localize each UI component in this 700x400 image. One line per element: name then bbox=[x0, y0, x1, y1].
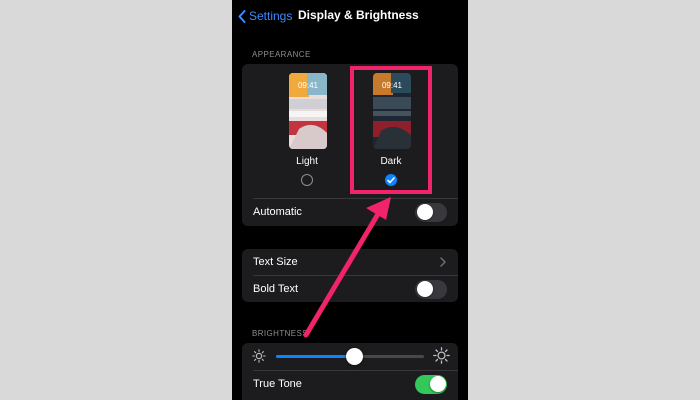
bold-text-toggle[interactable] bbox=[415, 279, 447, 299]
back-button[interactable]: Settings bbox=[238, 6, 292, 26]
text-size-label: Text Size bbox=[253, 256, 298, 268]
brightness-slider-fill bbox=[276, 355, 355, 358]
bold-text-row: Bold Text bbox=[242, 276, 458, 302]
true-tone-row: True Tone bbox=[242, 371, 458, 397]
brightness-section-header: BRIGHTNESS bbox=[252, 329, 309, 338]
light-preview-time: 09:41 bbox=[297, 81, 319, 90]
brightness-slider-row bbox=[242, 343, 458, 370]
chevron-left-icon bbox=[238, 9, 246, 23]
appearance-group: 09:41 Light 09:41 Dark Automatic bbox=[242, 64, 458, 226]
brightness-slider-thumb[interactable] bbox=[346, 348, 364, 365]
toggle-knob bbox=[429, 376, 446, 392]
toggle-knob bbox=[416, 204, 433, 220]
light-mode-label: Light bbox=[296, 156, 318, 167]
dark-mode-radio[interactable] bbox=[385, 174, 397, 186]
light-mode-preview: 09:41 bbox=[289, 73, 327, 149]
true-tone-label: True Tone bbox=[253, 378, 302, 390]
true-tone-toggle[interactable] bbox=[415, 374, 447, 394]
dark-mode-label: Dark bbox=[380, 156, 402, 167]
sun-small-icon bbox=[252, 349, 266, 363]
brightness-group: True Tone bbox=[242, 343, 458, 400]
settings-screen: Settings Display & Brightness APPEARANCE… bbox=[232, 0, 468, 400]
automatic-toggle[interactable] bbox=[415, 202, 447, 222]
chevron-right-icon bbox=[440, 257, 446, 267]
dark-mode-option[interactable]: 09:41 Dark bbox=[356, 64, 426, 194]
dark-mode-preview: 09:41 bbox=[373, 73, 411, 149]
light-mode-radio[interactable] bbox=[301, 174, 313, 186]
text-group: Text Size Bold Text bbox=[242, 249, 458, 302]
sun-large-icon bbox=[433, 347, 450, 364]
appearance-section-header: APPEARANCE bbox=[252, 50, 311, 59]
light-mode-option[interactable]: 09:41 Light bbox=[272, 64, 342, 194]
back-button-label: Settings bbox=[249, 9, 293, 23]
automatic-label: Automatic bbox=[253, 206, 302, 218]
dark-preview-time: 09:41 bbox=[381, 81, 403, 90]
toggle-knob bbox=[416, 281, 433, 297]
navigation-bar: Settings Display & Brightness bbox=[232, 0, 468, 32]
automatic-row: Automatic bbox=[242, 199, 458, 225]
brightness-slider[interactable] bbox=[276, 348, 424, 365]
checkmark-icon bbox=[387, 176, 395, 183]
page-title: Display & Brightness bbox=[298, 8, 419, 22]
bold-text-label: Bold Text bbox=[253, 283, 299, 295]
text-size-row[interactable]: Text Size bbox=[242, 249, 458, 275]
